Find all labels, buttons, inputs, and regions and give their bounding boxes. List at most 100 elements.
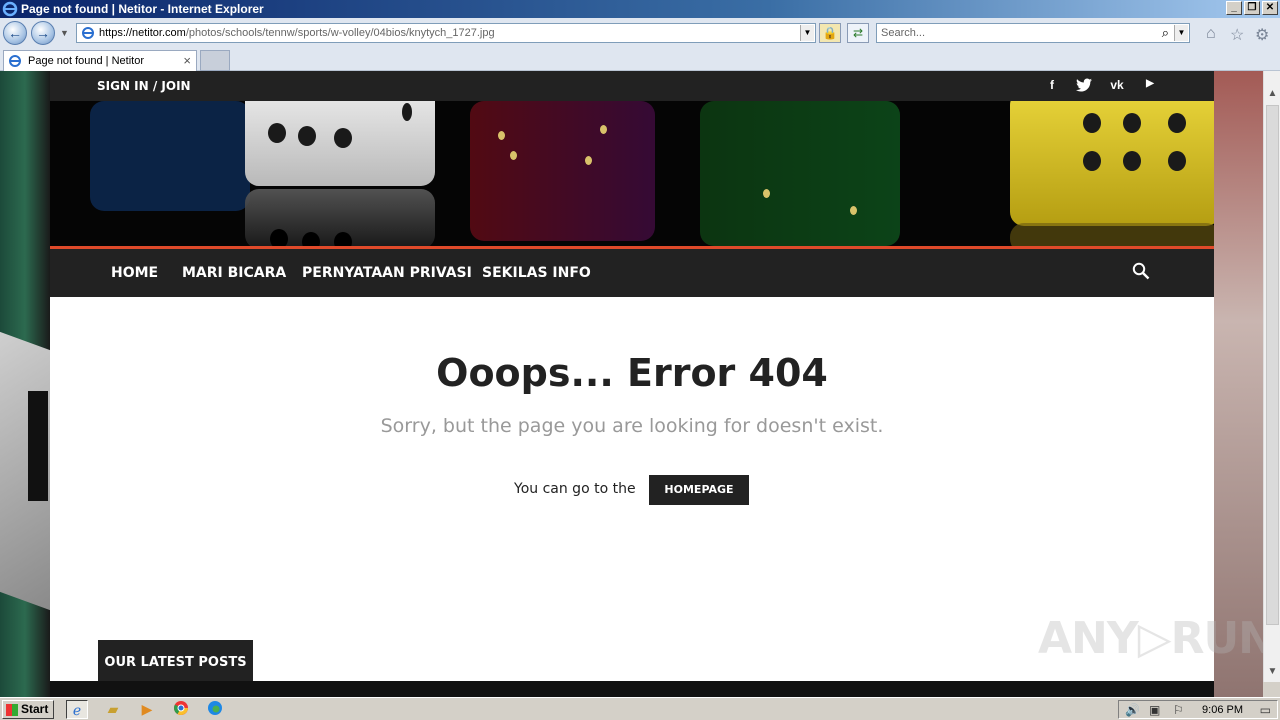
nav-item-mari-bicara[interactable]: MARI BICARA: [182, 265, 286, 281]
address-bar[interactable]: https://netitor.com/photos/schools/tennw…: [76, 23, 816, 43]
window-controls: _ ❐ ✕: [1226, 1, 1278, 15]
site-footer: [50, 681, 1214, 697]
search-icon[interactable]: ⌕: [1162, 25, 1169, 41]
chrome-logo-icon: [174, 701, 188, 715]
nav-item-sekilas-info[interactable]: SEKILAS INFO: [482, 265, 591, 281]
die-pip: [298, 126, 316, 146]
sign-in-link[interactable]: SIGN IN / JOIN: [97, 79, 191, 93]
start-label: Start: [21, 702, 49, 716]
address-toolbar: ← → ▼ https://netitor.com/photos/schools…: [0, 18, 1280, 48]
new-tab-button[interactable]: [200, 50, 230, 71]
address-url: https://netitor.com/photos/schools/tennw…: [99, 27, 495, 39]
error-subtitle: Sorry, but the page you are looking for …: [380, 415, 884, 437]
lock-icon[interactable]: 🔒: [819, 23, 841, 43]
scrollbar-thumb[interactable]: [1266, 105, 1279, 625]
taskbar: Start ℯ ▰ ▶ 🔊 ▣ ⚐ 9:06 PM ▭: [0, 697, 1280, 720]
taskbar-folder-icon[interactable]: ▰: [102, 700, 124, 719]
ie-logo-icon: [2, 1, 18, 17]
window-title: Page not found | Netitor - Internet Expl…: [21, 2, 264, 16]
die-pip: [1083, 113, 1101, 133]
die-pip: [850, 206, 857, 215]
tab-strip: Page not found | Netitor ×: [0, 48, 1280, 71]
restore-button[interactable]: ❐: [1244, 1, 1260, 15]
home-icon[interactable]: ⌂: [1206, 25, 1216, 43]
window-titlebar: Page not found | Netitor - Internet Expl…: [0, 0, 1280, 18]
twitter-bird-icon: [1076, 78, 1092, 92]
clock: 9:06 PM: [1202, 704, 1243, 716]
network-icon[interactable]: ▣: [1149, 703, 1160, 717]
background-decoration-mark: [28, 391, 48, 501]
die-pip: [268, 123, 286, 143]
taskbar-edge-icon[interactable]: [204, 700, 226, 719]
refresh-icon[interactable]: ⇄: [847, 23, 869, 43]
vertical-scrollbar[interactable]: ▲ ▼: [1263, 71, 1280, 682]
blue-die: [90, 101, 250, 211]
close-button[interactable]: ✕: [1262, 1, 1278, 15]
taskbar-media-icon[interactable]: ▶: [136, 700, 158, 719]
favorites-star-icon[interactable]: ☆: [1230, 25, 1244, 45]
green-die: [700, 101, 900, 246]
twitter-icon[interactable]: [1075, 78, 1093, 95]
tab-page-not-found[interactable]: Page not found | Netitor ×: [3, 50, 197, 71]
forward-button[interactable]: →: [31, 21, 55, 45]
history-dropdown-icon[interactable]: ▼: [60, 28, 69, 38]
start-button[interactable]: Start: [2, 700, 54, 719]
nav-item-home[interactable]: HOME: [111, 265, 158, 281]
taskbar-chrome-icon[interactable]: [170, 700, 192, 719]
die-pip: [334, 128, 352, 148]
facebook-icon[interactable]: f: [1043, 78, 1061, 92]
youtube-icon[interactable]: ▶: [1141, 78, 1159, 89]
page-viewport: SIGN IN / JOIN f vk ▶ HOME MARI BICARA P…: [0, 71, 1263, 697]
site-container: SIGN IN / JOIN f vk ▶ HOME MARI BICARA P…: [50, 71, 1214, 697]
nav-item-pernyataan-privasi[interactable]: PERNYATAAN PRIVASI: [302, 265, 472, 281]
red-die: [470, 101, 655, 241]
die-pip: [402, 103, 412, 121]
search-placeholder: Search...: [881, 27, 926, 39]
search-dropdown-icon[interactable]: ▼: [1174, 25, 1188, 41]
die-pip: [302, 232, 320, 246]
error-title: Ooops... Error 404: [436, 351, 828, 395]
minimize-button[interactable]: _: [1226, 1, 1242, 15]
flag-icon[interactable]: ⚐: [1173, 703, 1184, 717]
die-pip: [334, 232, 352, 246]
address-dropdown-icon[interactable]: ▼: [800, 25, 814, 41]
back-button[interactable]: ←: [3, 21, 27, 45]
die-pip: [1168, 151, 1186, 171]
site-topbar: SIGN IN / JOIN f vk ▶: [50, 71, 1214, 101]
tab-close-icon[interactable]: ×: [183, 53, 191, 68]
system-tray: 🔊 ▣ ⚐ 9:06 PM ▭: [1118, 700, 1278, 719]
die-pip: [1123, 113, 1141, 133]
vk-icon[interactable]: vk: [1108, 78, 1126, 92]
scroll-up-icon[interactable]: ▲: [1264, 85, 1280, 102]
homepage-button[interactable]: HOMEPAGE: [649, 475, 749, 505]
die-pip: [1168, 113, 1186, 133]
latest-posts-heading: OUR LATEST POSTS: [98, 640, 253, 684]
page-icon: [82, 27, 94, 39]
main-navigation: HOME MARI BICARA PERNYATAAN PRIVASI SEKI…: [50, 249, 1214, 297]
die-pip: [1123, 151, 1141, 171]
die-pip: [1083, 151, 1101, 171]
show-desktop-icon[interactable]: ▭: [1260, 703, 1271, 717]
background-right: [1214, 71, 1263, 697]
die-pip: [763, 189, 770, 198]
gear-icon[interactable]: ⚙: [1255, 25, 1269, 45]
anyrun-watermark: ANY▷RUN: [1038, 613, 1263, 664]
taskbar-ie-icon[interactable]: ℯ: [66, 700, 88, 719]
yellow-die-reflection: [1010, 223, 1214, 246]
windows-flag-icon: [6, 704, 18, 716]
url-path: /photos/schools/tennw/sports/w-volley/04…: [185, 27, 495, 39]
search-icon[interactable]: [1132, 262, 1150, 280]
die-pip: [270, 229, 288, 246]
url-host: https://netitor.com: [99, 27, 186, 39]
edge-logo-icon: [208, 701, 222, 715]
search-box[interactable]: Search... ⌕ ▼: [876, 23, 1190, 43]
header-banner-image: [50, 101, 1214, 246]
volume-icon[interactable]: 🔊: [1125, 703, 1140, 717]
scroll-down-icon[interactable]: ▼: [1264, 663, 1280, 680]
die-pip: [498, 131, 505, 140]
tab-title: Page not found | Netitor: [28, 55, 144, 67]
go-to-text: You can go to the: [514, 481, 636, 497]
forward-arrow-icon: →: [36, 25, 50, 41]
back-arrow-icon: ←: [8, 25, 22, 41]
die-pip: [510, 151, 517, 160]
